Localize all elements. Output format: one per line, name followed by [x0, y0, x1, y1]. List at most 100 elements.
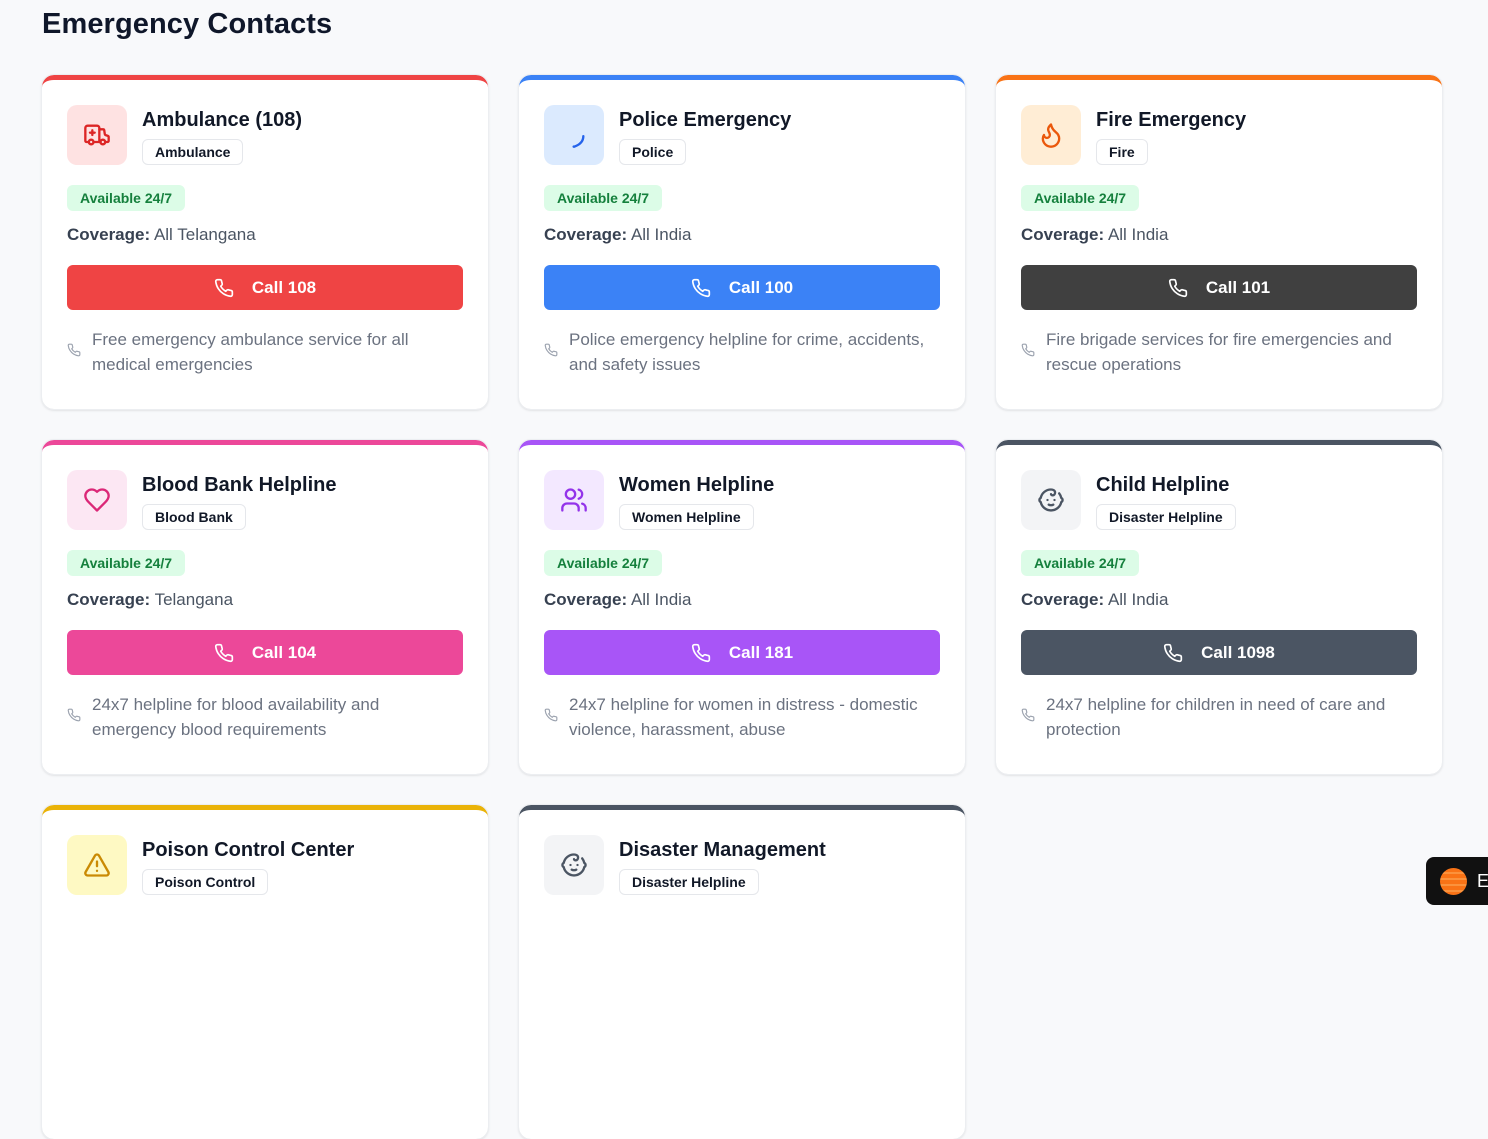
description: Free emergency ambulance service for all…	[67, 327, 463, 377]
description: Police emergency helpline for crime, acc…	[544, 327, 940, 377]
card-title: Ambulance (108)	[142, 109, 303, 131]
description: 24x7 helpline for children in need of ca…	[1021, 692, 1417, 742]
baby-icon	[544, 835, 604, 895]
card-title: Blood Bank Helpline	[142, 474, 337, 496]
phone-icon	[544, 327, 569, 357]
call-button-label: Call 181	[728, 642, 794, 662]
type-badge: Blood Bank	[142, 504, 246, 530]
coverage-value: All India	[630, 590, 692, 609]
description: 24x7 helpline for blood availability and…	[67, 692, 463, 742]
card-title: Women Helpline	[619, 474, 775, 496]
call-button-label: Call 104	[251, 642, 317, 662]
phone-icon	[214, 643, 252, 663]
card-header: Fire Emergency Fire	[1021, 105, 1417, 165]
description-text: 24x7 helpline for women in distress - do…	[569, 695, 918, 739]
card-header: Disaster Management Disaster Helpline	[544, 835, 940, 895]
description-text: Police emergency helpline for crime, acc…	[569, 330, 925, 374]
phone-icon	[1168, 278, 1206, 298]
card-header: Ambulance (108) Ambulance	[67, 105, 463, 165]
flame-icon	[1021, 105, 1081, 165]
users-icon	[544, 470, 604, 530]
phone-icon	[691, 278, 729, 298]
description: 24x7 helpline for women in distress - do…	[544, 692, 940, 742]
availability-badge: Available 24/7	[1021, 185, 1140, 211]
card-title: Disaster Management	[619, 839, 826, 861]
page-title: Emergency Contacts	[42, 8, 333, 40]
contact-card: Child Helpline Disaster Helpline Availab…	[995, 439, 1443, 775]
coverage-label: Coverage:	[544, 590, 628, 609]
type-badge: Women Helpline	[619, 504, 754, 530]
coverage-label: Coverage:	[67, 590, 151, 609]
availability-badge: Available 24/7	[544, 185, 663, 211]
call-button-label: Call 101	[1205, 277, 1271, 297]
coverage-value: All India	[1107, 225, 1169, 244]
phone-icon	[67, 327, 92, 357]
call-button-label: Call 1098	[1201, 642, 1275, 662]
description-text: Fire brigade services for fire emergenci…	[1046, 330, 1392, 374]
phone-icon	[1021, 692, 1046, 722]
contact-card: Ambulance (108) Ambulance Available 24/7…	[41, 74, 489, 410]
call-button[interactable]: Call 181	[544, 630, 940, 675]
coverage-value: All Telangana	[153, 225, 256, 244]
card-header: Poison Control Center Poison Control	[67, 835, 463, 895]
call-button[interactable]: Call 1098	[1021, 630, 1417, 675]
card-header: Blood Bank Helpline Blood Bank	[67, 470, 463, 530]
coverage: Coverage: All India	[544, 225, 940, 245]
description-text: Free emergency ambulance service for all…	[92, 330, 409, 374]
coverage: Coverage: All Telangana	[67, 225, 463, 245]
coverage: Coverage: Telangana	[67, 590, 463, 610]
coverage-label: Coverage:	[544, 225, 628, 244]
card-header: Women Helpline Women Helpline	[544, 470, 940, 530]
contact-card: Fire Emergency Fire Available 24/7 Cover…	[995, 74, 1443, 410]
type-badge: Poison Control	[142, 869, 269, 895]
contact-card: Poison Control Center Poison Control	[41, 804, 489, 1139]
coverage: Coverage: All India	[1021, 590, 1417, 610]
warning-icon	[67, 835, 127, 895]
description-text: 24x7 helpline for blood availability and…	[92, 695, 380, 739]
call-button[interactable]: Call 100	[544, 265, 940, 310]
contact-card: Women Helpline Women Helpline Available …	[518, 439, 966, 775]
availability-badge: Available 24/7	[67, 550, 186, 576]
card-title: Fire Emergency	[1096, 109, 1247, 131]
type-badge: Ambulance	[142, 139, 244, 165]
baby-icon	[1021, 470, 1081, 530]
call-button[interactable]: Call 101	[1021, 265, 1417, 310]
call-button-label: Call 100	[728, 277, 794, 297]
shield-icon	[544, 105, 604, 165]
ambulance-icon	[67, 105, 127, 165]
phone-icon	[544, 692, 569, 722]
card-header: Police Emergency Police	[544, 105, 940, 165]
contact-card: Police Emergency Police Available 24/7 C…	[518, 74, 966, 410]
description: Fire brigade services for fire emergenci…	[1021, 327, 1417, 377]
coverage: Coverage: All India	[544, 590, 940, 610]
call-button-label: Call 108	[251, 277, 317, 297]
coverage-label: Coverage:	[67, 225, 151, 244]
availability-badge: Available 24/7	[544, 550, 663, 576]
phone-icon	[67, 692, 92, 722]
floating-widget-label: E	[1477, 870, 1488, 891]
heart-icon	[67, 470, 127, 530]
coverage-value: All India	[630, 225, 692, 244]
phone-icon	[691, 643, 729, 663]
coverage: Coverage: All India	[1021, 225, 1417, 245]
type-badge: Fire	[1096, 139, 1148, 165]
type-badge: Disaster Helpline	[619, 869, 759, 895]
phone-icon	[1163, 643, 1201, 663]
contact-card: Disaster Management Disaster Helpline	[518, 804, 966, 1139]
contact-card: Blood Bank Helpline Blood Bank Available…	[41, 439, 489, 775]
description-text: 24x7 helpline for children in need of ca…	[1046, 695, 1386, 739]
card-title: Child Helpline	[1096, 474, 1230, 496]
floating-widget[interactable]: E	[1426, 857, 1488, 905]
type-badge: Disaster Helpline	[1096, 504, 1236, 530]
sun-logo-icon	[1440, 867, 1467, 895]
type-badge: Police	[619, 139, 687, 165]
coverage-value: Telangana	[154, 590, 234, 609]
availability-badge: Available 24/7	[67, 185, 186, 211]
card-header: Child Helpline Disaster Helpline	[1021, 470, 1417, 530]
coverage-value: All India	[1107, 590, 1169, 609]
coverage-label: Coverage:	[1021, 225, 1105, 244]
call-button[interactable]: Call 104	[67, 630, 463, 675]
phone-icon	[214, 278, 252, 298]
call-button[interactable]: Call 108	[67, 265, 463, 310]
card-title: Poison Control Center	[142, 839, 355, 861]
